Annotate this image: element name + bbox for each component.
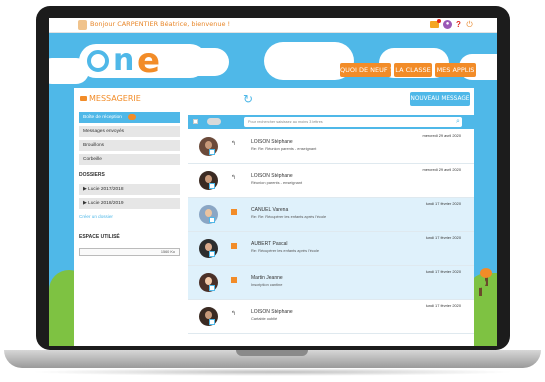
help-icon[interactable]: ? [454,20,463,29]
message-subject: Inscription cantine [251,282,283,287]
message-list-panel: ↻ NOUVEAU MESSAGE Pour rechercher saisis… [188,88,474,346]
nav-quoi-de-neuf[interactable]: QUOI DE NEUF ? [340,63,393,77]
nav-mes-applis[interactable]: MES APPLIS [435,63,476,77]
message-subject: Cartable oublié [251,316,278,321]
search-placeholder: Pour rechercher saisissez au moins 3 let… [248,120,323,124]
message-subject: Re: Re: Réunion parents - enseignant [251,146,317,151]
row-checkbox[interactable] [209,149,215,155]
folder-label: Messages envoyés [83,129,125,134]
storage-heading: ESPACE UTILISÉ [79,234,120,240]
message-date: lundi 17 février 2020 [425,303,461,308]
new-message-button[interactable]: NOUVEAU MESSAGE [410,92,470,106]
envelope-icon [80,96,87,101]
laptop-shadow [30,368,515,376]
message-subject: Re: Re: Récupérer les enfants après l'éc… [251,214,327,219]
user-avatar[interactable] [78,20,87,30]
messaging-title: MESSAGERIE [80,94,141,103]
sender-name: CANUEL Varena [251,207,289,213]
row-checkbox[interactable] [209,285,215,291]
sender-name: LOISON Stéphane [251,309,293,315]
laptop-notch [236,350,308,356]
message-date: mercredi 29 avril 2020 [422,133,462,138]
reply-icon: ↰ [231,311,237,317]
search-icon[interactable]: ⌕ [456,117,460,127]
select-all-checkbox[interactable] [193,119,198,124]
reply-icon: ↰ [231,141,237,147]
unread-badge [127,113,136,120]
nav-la-classe[interactable]: LA CLASSE [394,63,432,77]
message-subject: Réunion parents - enseignant [251,180,303,185]
refresh-icon[interactable]: ↻ [243,93,253,105]
sender-name: LOISON Stéphane [251,173,293,179]
notification-dot [437,19,441,23]
create-folder-link[interactable]: Créer un dossier [79,214,113,219]
sender-name: AUBERT Pascal [251,241,288,247]
search-input[interactable]: Pour rechercher saisissez au moins 3 let… [244,117,462,127]
folder-trash[interactable]: Corbeille [79,154,180,165]
filter-toggle[interactable] [207,118,221,125]
dossier-item[interactable]: ▶ Lucie 2017/2018 [79,184,180,195]
tree [474,278,486,288]
message-row[interactable]: ↰ LOISON Stéphane Réunion parents - ense… [188,164,474,198]
list-toolbar: Pour rechercher saisissez au moins 3 let… [188,115,474,129]
unread-icon [231,243,237,249]
message-row[interactable]: AUBERT Pascal Re: Récupérer les enfants … [188,232,474,266]
dossiers-heading: DOSSIERS [79,172,105,178]
dossier-item[interactable]: ▶ Lucie 2018/2019 [79,198,180,209]
message-date: lundi 17 février 2020 [425,269,461,274]
storage-bar: 1560 Ko [79,248,180,256]
message-date: lundi 17 février 2020 [425,235,461,240]
sender-name: Martin Jeanne [251,275,283,281]
logo-letter: e [137,41,161,81]
logo-letter: n [113,43,135,78]
message-row[interactable]: CANUEL Varena Re: Re: Récupérer les enfa… [188,198,474,232]
sender-name: LOISON Stéphane [251,139,293,145]
one-logo[interactable]: n e [79,44,207,84]
folder-label: Boîte de réception [83,115,122,120]
tree [480,268,492,278]
folder-drafts[interactable]: Brouillons [79,140,180,151]
dossier-label: ▶ Lucie 2018/2019 [83,201,124,206]
folder-sent[interactable]: Messages envoyés [79,126,180,137]
message-date: mercredi 29 avril 2020 [422,167,462,172]
messaging-title-text: MESSAGERIE [89,94,141,103]
row-checkbox[interactable] [209,217,215,223]
app-screen: Bonjour CARPENTIER Béatrice, bienvenue !… [49,18,497,346]
messaging-sidebar: MESSAGERIE Boîte de réception Messages e… [74,88,188,346]
power-icon[interactable]: ⏻ [465,20,474,29]
message-row[interactable]: Martin Jeanne Inscription cantine lundi … [188,266,474,300]
unread-icon [231,277,237,283]
row-checkbox[interactable] [209,183,215,189]
storage-value: 1560 Ko [160,250,175,254]
user-icon[interactable]: ● [443,20,452,29]
message-row[interactable]: ↰ LOISON Stéphane Re: Re: Réunion parent… [188,130,474,164]
message-date: lundi 17 février 2020 [425,201,461,206]
greeting-text: Bonjour CARPENTIER Béatrice, bienvenue ! [90,20,231,28]
dossier-label: ▶ Lucie 2017/2018 [83,187,124,192]
unread-icon [231,209,237,215]
folder-label: Corbeille [83,157,102,162]
message-subject: Re: Récupérer les enfants après l'école [251,248,320,253]
logo-panda-icon [87,50,109,72]
row-checkbox[interactable] [209,251,215,257]
reply-icon: ↰ [231,175,237,181]
row-checkbox[interactable] [209,319,215,325]
message-row[interactable]: ↰ LOISON Stéphane Cartable oublié lundi … [188,300,474,334]
folder-label: Brouillons [83,143,105,148]
folder-inbox[interactable]: Boîte de réception [79,112,180,123]
top-bar: Bonjour CARPENTIER Béatrice, bienvenue !… [49,18,497,33]
